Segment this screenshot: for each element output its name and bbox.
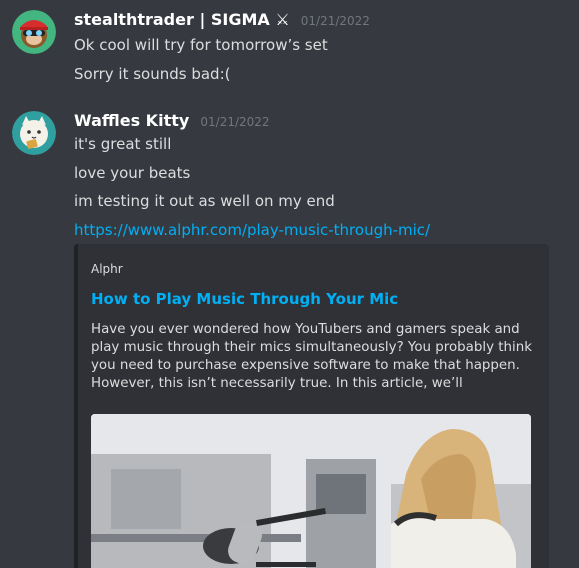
message-link[interactable]: https://www.alphr.com/play-music-through… [74,221,430,239]
timestamp[interactable]: 01/21/2022 [301,14,370,28]
embed-image[interactable] [91,414,531,568]
avatar-stealthtrader[interactable] [12,10,56,54]
podcast-microphone-photo [91,414,531,568]
embed-description: Have you ever wondered how YouTubers and… [91,322,532,391]
message-link-line: https://www.alphr.com/play-music-through… [74,220,430,240]
embed-provider[interactable]: Alphr [91,262,123,276]
timestamp[interactable]: 01/21/2022 [200,115,269,129]
message-text: love your beats [74,164,191,182]
message-text: Ok cool will try for tomorrow’s set [74,36,328,54]
chat-message-list: stealthtrader | SIGMA ⚔ 01/21/2022 Ok co… [0,0,579,568]
message-text: Sorry it sounds bad:( [74,65,231,83]
message-header: Waffles Kitty 01/21/2022 [74,111,270,130]
message-header: stealthtrader | SIGMA ⚔ 01/21/2022 [74,10,370,29]
username[interactable]: stealthtrader | SIGMA ⚔ [74,10,290,29]
monkey-avatar-icon [12,10,56,54]
cat-avatar-icon [12,111,56,155]
link-embed: Alphr How to Play Music Through Your Mic… [74,244,549,568]
avatar-waffles-kitty[interactable] [12,111,56,155]
message-text: it's great still [74,135,172,153]
username[interactable]: Waffles Kitty [74,111,189,130]
message-text: im testing it out as well on my end [74,192,335,210]
embed-title[interactable]: How to Play Music Through Your Mic [91,290,398,308]
